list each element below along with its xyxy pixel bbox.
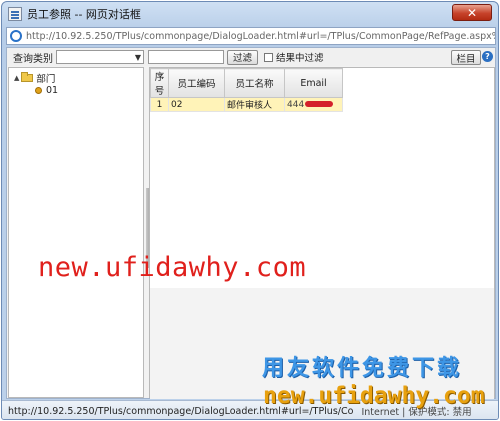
table-row[interactable]: 1 02 邮件审核人 444	[150, 97, 343, 112]
browser-icon	[10, 30, 22, 42]
tree-node-01[interactable]: 01	[35, 85, 58, 96]
address-url: http://10.92.5.250/TPlus/commonpage/Dial…	[26, 30, 495, 42]
watermark-main: new.ufidawhy.com	[38, 252, 307, 283]
employee-email: 444	[284, 97, 343, 112]
close-button[interactable]: ✕	[452, 4, 492, 21]
tree-node-label: 部门	[36, 74, 56, 85]
query-category-label: 查询类别	[13, 53, 53, 65]
tree-node-label: 01	[46, 85, 59, 96]
column-header-email[interactable]: Email	[284, 68, 343, 98]
search-input[interactable]	[148, 50, 224, 64]
tree-node-department[interactable]: ▲ 部门	[14, 71, 55, 85]
employee-table: 序号 员工编码 员工名称 Email 1 02 邮件审核人 444	[150, 68, 343, 112]
filter-in-results-label: 结果中过滤	[276, 53, 324, 64]
query-category-select[interactable]: ▼	[56, 50, 144, 64]
column-header-index[interactable]: 序号	[150, 68, 169, 98]
page-icon	[8, 7, 22, 21]
watermark-chinese: 用友软件免费下载	[262, 356, 463, 381]
toolbar: 查询类别 ▼ 过滤 结果中过滤 栏目 ?	[7, 48, 495, 66]
email-prefix: 444	[287, 99, 305, 110]
chevron-down-icon[interactable]: ▼	[135, 51, 141, 64]
filter-in-results-checkbox[interactable]	[264, 52, 273, 62]
redaction-mark	[305, 101, 334, 107]
column-settings-button[interactable]: 栏目	[451, 50, 481, 65]
folder-icon	[21, 72, 34, 82]
node-icon	[35, 87, 42, 94]
employee-name: 邮件审核人	[224, 97, 285, 112]
watermark-url: new.ufidawhy.com	[263, 383, 485, 409]
dialog-content: 查询类别 ▼ 过滤 结果中过滤 栏目 ? ▲ 部门 01 序号 员工编码 员工名…	[6, 47, 496, 399]
filter-button[interactable]: 过滤	[227, 49, 258, 65]
department-tree: ▲ 部门 01	[8, 67, 144, 398]
column-header-code[interactable]: 员工编码	[168, 68, 225, 98]
window-title: 员工参照 -- 网页对话框	[27, 8, 141, 21]
column-header-name[interactable]: 员工名称	[224, 68, 285, 98]
title-bar[interactable]: 员工参照 -- 网页对话框 ✕	[2, 2, 498, 26]
row-index: 1	[150, 97, 169, 112]
help-icon[interactable]: ?	[482, 51, 493, 62]
employee-code: 02	[168, 97, 225, 112]
address-bar: http://10.92.5.250/TPlus/commonpage/Dial…	[6, 27, 496, 45]
tree-toggle-icon[interactable]: ▲	[14, 74, 19, 82]
employee-grid: 序号 员工编码 员工名称 Email 1 02 邮件审核人 444	[149, 67, 495, 399]
